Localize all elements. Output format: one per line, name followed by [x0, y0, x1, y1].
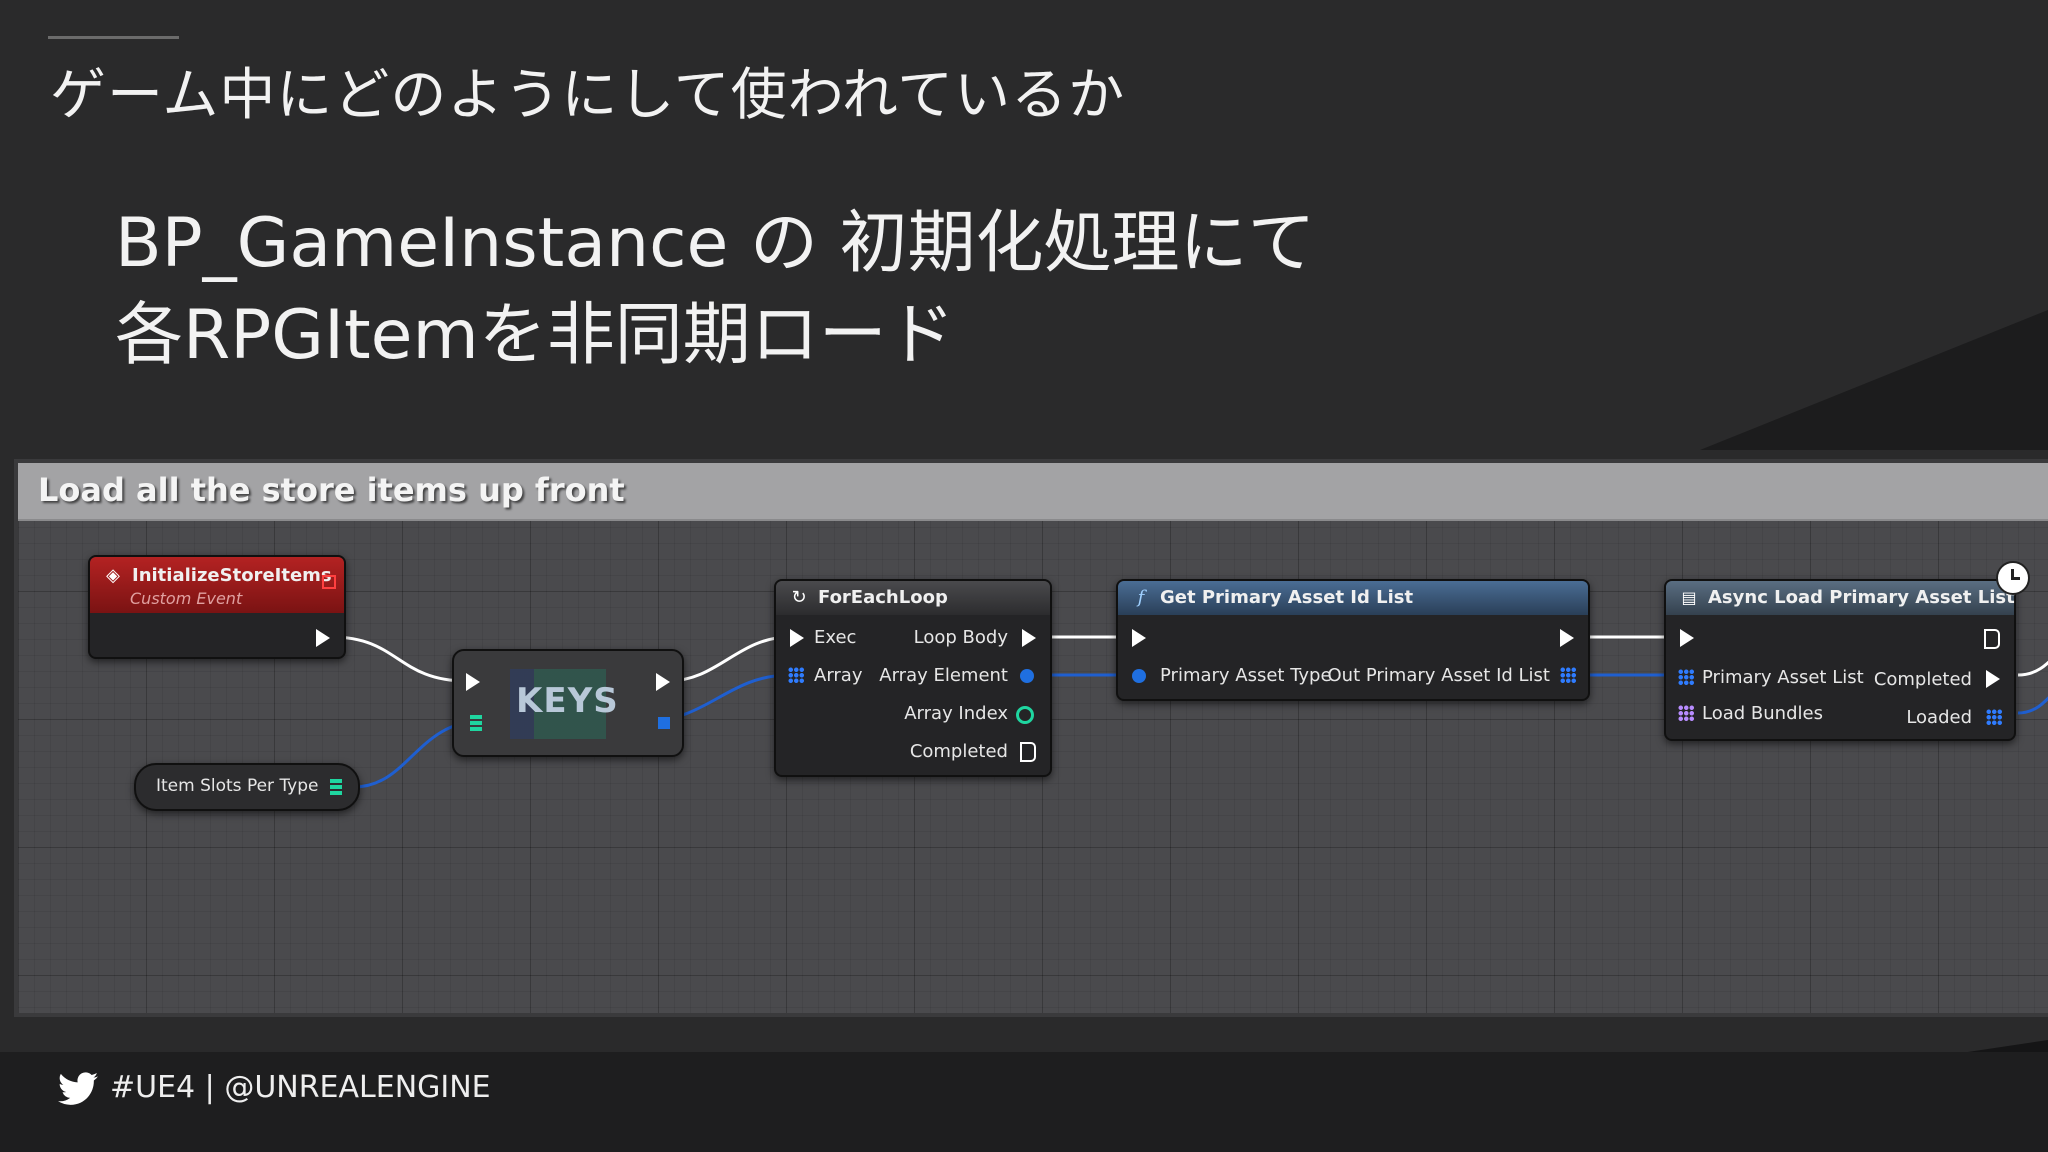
keys-exec-in-pin[interactable]	[466, 673, 480, 691]
get-list-exec-out-pin[interactable]	[1560, 629, 1574, 647]
loaded-pin[interactable]	[1986, 709, 2002, 725]
exec-wire-keys-foreach	[667, 635, 791, 683]
data-wire-async-out	[2017, 696, 2048, 715]
loop-icon: ↻	[791, 587, 807, 608]
for-each-exec-label: Exec	[814, 627, 857, 648]
keys-exec-out-pin[interactable]	[656, 673, 670, 691]
get-primary-asset-id-list-node[interactable]: f Get Primary Asset Id List Primary Asse…	[1116, 579, 1590, 701]
out-primary-asset-id-list-label: Out Primary Asset Id List	[1327, 665, 1550, 686]
keys-array-out-pin[interactable]	[658, 717, 670, 729]
function-icon: f	[1137, 587, 1145, 608]
exec-wire-event-keys	[331, 635, 467, 683]
slide-body-line-2: 各RPGItemを非同期ロード	[115, 296, 955, 375]
loop-body-label: Loop Body	[913, 627, 1008, 648]
top-rule	[48, 36, 179, 39]
primary-asset-type-pin[interactable]	[1132, 669, 1146, 683]
for-each-array-in-pin[interactable]	[788, 667, 804, 683]
load-bundles-pin[interactable]	[1678, 705, 1694, 721]
array-index-label: Array Index	[904, 703, 1008, 724]
custom-event-exec-out-pin[interactable]	[316, 629, 330, 647]
array-element-pin[interactable]	[1020, 669, 1034, 683]
twitter-bird-icon	[58, 1072, 98, 1105]
keys-node[interactable]: KEYS	[452, 649, 684, 757]
for-each-title: ForEachLoop	[818, 587, 948, 608]
item-slots-variable-node[interactable]: Item Slots Per Type	[134, 763, 360, 811]
async-completed-pin[interactable]	[1986, 670, 2000, 688]
get-list-title: Get Primary Asset Id List	[1160, 587, 1414, 608]
slide-body: BP_GameInstance の 初期化処理にて 各RPGItemを非同期ロー…	[115, 198, 1316, 382]
custom-event-node[interactable]: ◈ InitializeStoreItems Custom Event	[88, 555, 346, 659]
slide-body-line-1: BP_GameInstance の 初期化処理にて	[115, 204, 1316, 283]
variable-set-out-pin[interactable]	[330, 779, 342, 795]
async-load-title: Async Load Primary Asset List	[1708, 587, 2015, 608]
custom-event-title: InitializeStoreItems	[132, 565, 332, 586]
loaded-label: Loaded	[1906, 707, 1972, 728]
event-diamond-icon: ◈	[106, 565, 120, 586]
macro-icon: ▤	[1681, 588, 1697, 607]
primary-asset-list-pin[interactable]	[1678, 669, 1694, 685]
custom-event-subtitle: Custom Event	[130, 589, 243, 608]
for-each-array-label: Array	[814, 665, 863, 686]
for-each-completed-pin[interactable]	[1020, 742, 1036, 762]
variable-label: Item Slots Per Type	[156, 776, 319, 796]
keys-set-in-pin[interactable]	[470, 715, 482, 731]
footer-hashtag-text: #UE4 | @UNREALENGINE	[110, 1070, 491, 1105]
loop-body-pin[interactable]	[1022, 629, 1036, 647]
clock-icon	[1996, 561, 2030, 595]
get-list-exec-in-pin[interactable]	[1132, 629, 1146, 647]
blueprint-comment-box[interactable]: Load all the store items up front ◈ Init…	[18, 463, 2048, 1013]
async-load-exec-in-pin[interactable]	[1680, 629, 1694, 647]
slide-heading: ゲーム中にどのようにして使われているか	[50, 63, 1126, 128]
load-bundles-label: Load Bundles	[1702, 703, 1823, 724]
async-completed-label: Completed	[1873, 669, 1972, 690]
primary-asset-type-label: Primary Asset Type	[1160, 665, 1332, 686]
completed-label: Completed	[909, 741, 1008, 762]
array-index-pin[interactable]	[1016, 706, 1034, 724]
out-primary-asset-id-list-pin[interactable]	[1560, 667, 1576, 683]
for-each-exec-in-pin[interactable]	[790, 629, 804, 647]
async-load-primary-asset-list-node[interactable]: ▤ Async Load Primary Asset List Primary …	[1664, 561, 2030, 741]
primary-asset-list-label: Primary Asset List	[1702, 667, 1864, 688]
async-load-exec-out-pin[interactable]	[1984, 629, 2000, 649]
delegate-pin[interactable]	[322, 575, 336, 589]
array-element-label: Array Element	[879, 665, 1008, 686]
for-each-loop-node[interactable]: ↻ ForEachLoop Exec Array Loop Body Array…	[774, 579, 1052, 777]
keys-label: KEYS	[516, 681, 619, 721]
exec-wire-async-out	[2017, 660, 2048, 677]
